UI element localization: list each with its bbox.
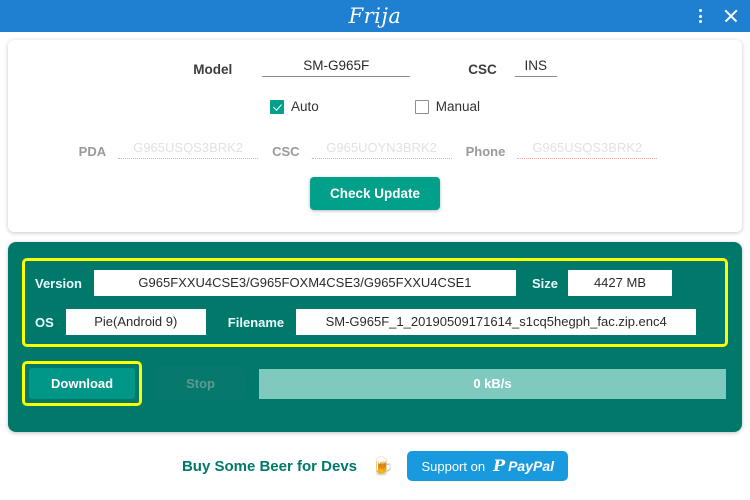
dot <box>698 14 702 18</box>
firmware-panel: Version Size OS Filename Download Stop <box>8 242 742 432</box>
os-field[interactable] <box>65 309 206 335</box>
download-button[interactable]: Download <box>29 368 136 399</box>
firmware-details-highlight: Version Size OS Filename <box>22 258 728 347</box>
stop-button[interactable]: Stop <box>156 366 245 401</box>
check-update-button[interactable]: Check Update <box>309 177 441 210</box>
version-row: Version Size <box>35 270 715 296</box>
filename-field[interactable] <box>296 309 697 335</box>
manual-label: Manual <box>435 99 481 114</box>
manual-checkbox[interactable]: Manual <box>414 99 481 114</box>
check-update-row: Check Update <box>8 177 742 210</box>
frija-window: Frija Model CSC Auto <box>0 0 750 500</box>
dot <box>698 20 702 23</box>
auto-label: Auto <box>290 99 319 114</box>
pda-label: PDA <box>78 144 107 159</box>
phone-input[interactable] <box>517 140 658 159</box>
os-filename-row: OS Filename <box>35 309 715 335</box>
model-label: Model <box>193 62 233 77</box>
auto-checkbox[interactable]: Auto <box>269 99 319 114</box>
download-speed-text: 0 kB/s <box>473 376 512 391</box>
paypal-logo: P PayPal <box>493 456 555 475</box>
download-actions-row: Download Stop 0 kB/s <box>22 361 728 406</box>
close-icon[interactable] <box>722 7 740 25</box>
csc-label: CSC <box>468 62 497 77</box>
checkbox-checked-icon <box>269 99 284 114</box>
title-bar: Frija <box>0 0 750 32</box>
vertical-dots-icon[interactable] <box>692 7 708 25</box>
checkbox-unchecked-icon <box>414 99 429 114</box>
dot <box>698 9 702 12</box>
buy-beer-link[interactable]: Buy Some Beer for Devs <box>182 458 357 475</box>
manual-firmware-row: PDA CSC Phone <box>8 140 742 159</box>
paypal-p-icon: P <box>493 456 506 475</box>
download-progress-bar: 0 kB/s <box>259 368 726 399</box>
model-row: Model CSC <box>8 40 742 77</box>
phone-label: Phone <box>465 144 506 159</box>
csc-fw-input[interactable] <box>311 140 452 159</box>
paypal-support-button[interactable]: Support on P PayPal <box>407 451 569 481</box>
csc-input[interactable] <box>514 58 557 77</box>
beer-mug-icon: 🍺 <box>371 456 394 476</box>
pda-input[interactable] <box>118 140 259 159</box>
window-content: Model CSC Auto Manual PDA CSC <box>0 32 750 500</box>
model-input[interactable] <box>262 58 411 77</box>
paypal-wordmark: PayPal <box>508 458 555 474</box>
os-label: OS <box>35 314 54 330</box>
footer: Buy Some Beer for Devs 🍺 Support on P Pa… <box>8 432 742 500</box>
size-field[interactable] <box>567 270 672 296</box>
version-field[interactable] <box>93 270 516 296</box>
mode-checkboxes: Auto Manual <box>8 99 742 114</box>
app-title: Frija <box>348 4 402 28</box>
version-label: Version <box>35 275 82 291</box>
filename-label: Filename <box>227 314 285 330</box>
download-button-highlight: Download <box>22 361 143 406</box>
model-entry-card: Model CSC Auto Manual PDA CSC <box>8 40 742 232</box>
csc-fw-label: CSC <box>272 144 300 159</box>
paypal-support-label: Support on <box>421 458 486 474</box>
window-controls <box>692 0 740 32</box>
size-label: Size <box>531 275 558 291</box>
